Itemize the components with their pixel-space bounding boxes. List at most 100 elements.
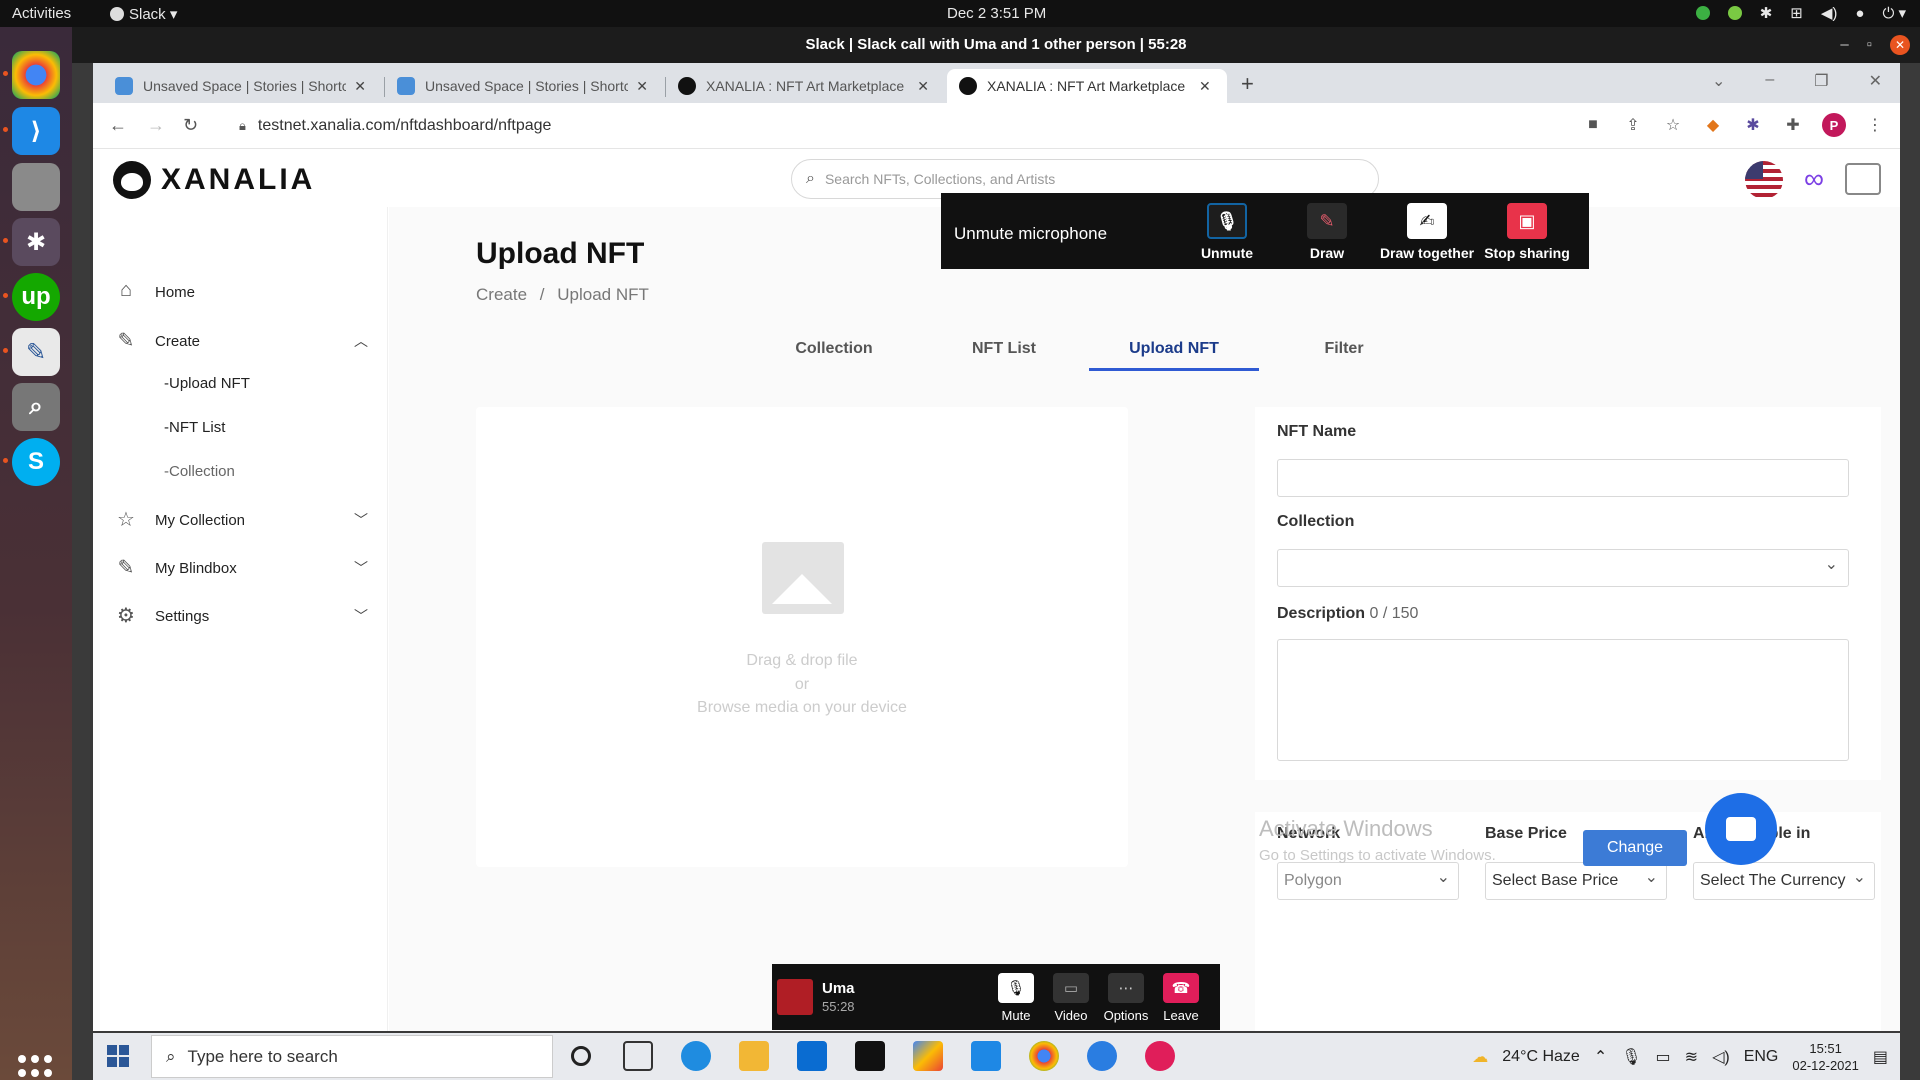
wifi-icon[interactable]: ≋ (1685, 1047, 1698, 1067)
options-button[interactable]: ⋯ Options (1098, 973, 1154, 1023)
minimize-icon[interactable]: – (1765, 71, 1774, 91)
media-dropzone[interactable]: Drag & drop file or Browse media on your… (476, 407, 1128, 867)
sidebar-item-home[interactable]: ⌂ Home (113, 279, 195, 305)
cortana-icon[interactable] (571, 1046, 591, 1066)
browser-tab[interactable]: Unsaved Space | Stories | Shortc ✕ (103, 69, 378, 103)
sidebar-subitem-collection[interactable]: -Collection (164, 463, 235, 480)
system-clock[interactable]: Dec 2 3:51 PM (947, 5, 1046, 22)
app-icon[interactable] (1087, 1041, 1117, 1071)
weather-icon[interactable]: ☁ (1472, 1047, 1488, 1067)
breadcrumb-item[interactable]: Create (476, 285, 527, 304)
upwork-dock-icon[interactable]: up (3, 273, 60, 321)
files-dock-icon[interactable] (12, 163, 60, 211)
back-icon[interactable]: ← (109, 115, 127, 136)
slack-icon[interactable] (1145, 1041, 1175, 1071)
collection-select[interactable] (1277, 549, 1849, 587)
chrome-icon[interactable] (1029, 1041, 1059, 1071)
maximize-icon[interactable]: ❐ (1814, 71, 1828, 91)
vscode-icon[interactable] (971, 1041, 1001, 1071)
browser-tab[interactable]: Unsaved Space | Stories | Shortc ✕ (385, 69, 660, 103)
chevron-up-icon[interactable]: ︿ (354, 331, 368, 351)
notifications-icon[interactable]: ▤ (1873, 1047, 1888, 1067)
menu-kebab-icon[interactable]: ⋮ (1864, 114, 1886, 136)
network-select[interactable]: Polygon (1277, 860, 1459, 900)
restore-icon[interactable]: ▫ (1867, 27, 1872, 63)
tab-close-icon[interactable]: ✕ (354, 78, 366, 95)
volume-icon[interactable]: ◁) (1712, 1047, 1730, 1067)
tab-filter[interactable]: Filter (1259, 335, 1429, 371)
lock-icon[interactable]: 🔒︎ (239, 118, 246, 134)
change-button[interactable]: Change (1583, 830, 1687, 866)
base-price-select[interactable]: Select Base Price (1485, 860, 1667, 900)
start-button[interactable] (107, 1045, 129, 1067)
tray-app-icon[interactable] (1695, 6, 1710, 20)
description-textarea[interactable] (1277, 639, 1849, 761)
browse-media-link[interactable]: Browse media on your device (476, 699, 1128, 717)
taskbar-search-input[interactable]: ⌕ Type here to search (151, 1035, 553, 1078)
tab-search-icon[interactable]: ⌄ (1712, 71, 1725, 91)
magnifier-dock-icon[interactable]: ⌕ (12, 383, 60, 431)
nft-name-input[interactable] (1277, 459, 1849, 497)
sidebar-item-my-collection[interactable]: ☆ My Collection ﹀ (113, 507, 368, 533)
browser-tab-active[interactable]: XANALIA : NFT Art Marketplace ✕ (947, 69, 1227, 103)
volume-icon[interactable]: ◀) (1821, 4, 1838, 22)
tab-collection[interactable]: Collection (749, 335, 919, 371)
extension-icon[interactable]: ✱ (1742, 114, 1764, 136)
draw-together-button[interactable]: ✍ Draw together (1377, 203, 1477, 261)
draw-button[interactable]: ✎ Draw (1277, 203, 1377, 261)
mute-button[interactable]: 🎙︎ Mute (988, 973, 1044, 1023)
skype-dock-icon[interactable]: S (3, 438, 60, 486)
metamask-icon[interactable]: ◆ (1702, 114, 1724, 136)
address-bar[interactable]: 🔒︎ testnet.xanalia.com/nftdashboard/nftp… (223, 110, 1423, 142)
chevron-down-icon[interactable]: ﹀ (354, 606, 368, 626)
app-menu[interactable]: Slack ▾ (110, 5, 177, 23)
profile-avatar[interactable]: P (1822, 113, 1846, 137)
xanalia-logo[interactable]: XANALIA (113, 161, 315, 199)
activities-button[interactable]: Activities (12, 5, 71, 22)
chrome-dock-icon[interactable] (3, 51, 60, 99)
taskbar-clock[interactable]: 15:51 02-12-2021 (1792, 1040, 1859, 1074)
show-applications-icon[interactable] (18, 1055, 54, 1080)
vscode-dock-icon[interactable]: ⟩ (3, 107, 60, 155)
sourcetree-icon[interactable] (913, 1041, 943, 1071)
stop-sharing-button[interactable]: ▣ Stop sharing (1477, 203, 1577, 261)
forward-icon[interactable]: → (147, 115, 165, 136)
edge-icon[interactable] (681, 1041, 711, 1071)
tray-app-icon[interactable] (1727, 6, 1742, 20)
tab-close-icon[interactable]: ✕ (636, 78, 648, 95)
terminal-icon[interactable] (855, 1041, 885, 1071)
microphone-icon[interactable]: ● (1855, 5, 1864, 22)
sidebar-item-my-blindbox[interactable]: ✎ My Blindbox ﹀ (113, 555, 368, 581)
tab-nft-list[interactable]: NFT List (919, 335, 1089, 371)
network-icon[interactable]: ⊞ (1790, 4, 1803, 22)
leave-button[interactable]: ☎ Leave (1153, 973, 1209, 1023)
file-explorer-icon[interactable] (739, 1041, 769, 1071)
slack-tray-icon[interactable]: ✱ (1760, 4, 1773, 22)
sidebar-subitem-upload-nft[interactable]: -Upload NFT (164, 375, 250, 392)
sidebar-subitem-nft-list[interactable]: -NFT List (164, 419, 225, 436)
sidebar-item-create[interactable]: ✎ Create ︿ (113, 328, 368, 354)
language-indicator[interactable]: ENG (1744, 1048, 1779, 1066)
polygon-network-icon[interactable]: ∞ (1795, 163, 1833, 195)
chevron-down-icon[interactable]: ﹀ (354, 510, 368, 530)
browser-tab[interactable]: XANALIA : NFT Art Marketplace ✕ (666, 69, 941, 103)
close-icon[interactable]: ✕ (1890, 35, 1910, 55)
microphone-icon[interactable]: 🎙︎ (1621, 1047, 1641, 1067)
slack-dock-icon[interactable]: ✱ (3, 218, 60, 266)
unmute-button[interactable]: 🎙︎ Unmute (1177, 203, 1277, 261)
wallet-icon[interactable] (1845, 163, 1881, 195)
weather-text[interactable]: 24°C Haze (1502, 1048, 1580, 1066)
task-view-icon[interactable] (623, 1041, 653, 1071)
chat-support-button[interactable] (1705, 793, 1777, 865)
chevron-down-icon[interactable]: ﹀ (354, 558, 368, 578)
extensions-puzzle-icon[interactable]: ✚ (1782, 114, 1804, 136)
close-icon[interactable]: ✕ (1869, 71, 1882, 91)
sidebar-item-settings[interactable]: ⚙ Settings ﹀ (113, 603, 368, 629)
new-tab-button[interactable]: + (1241, 71, 1254, 97)
chevron-up-icon[interactable]: ⌃ (1594, 1047, 1607, 1067)
power-icon[interactable]: ⏻ ▾ (1882, 4, 1906, 22)
tab-close-icon[interactable]: ✕ (1199, 78, 1211, 95)
video-button[interactable]: ▭ Video (1043, 973, 1099, 1023)
mail-icon[interactable] (797, 1041, 827, 1071)
camera-icon[interactable]: ■ (1582, 114, 1604, 136)
